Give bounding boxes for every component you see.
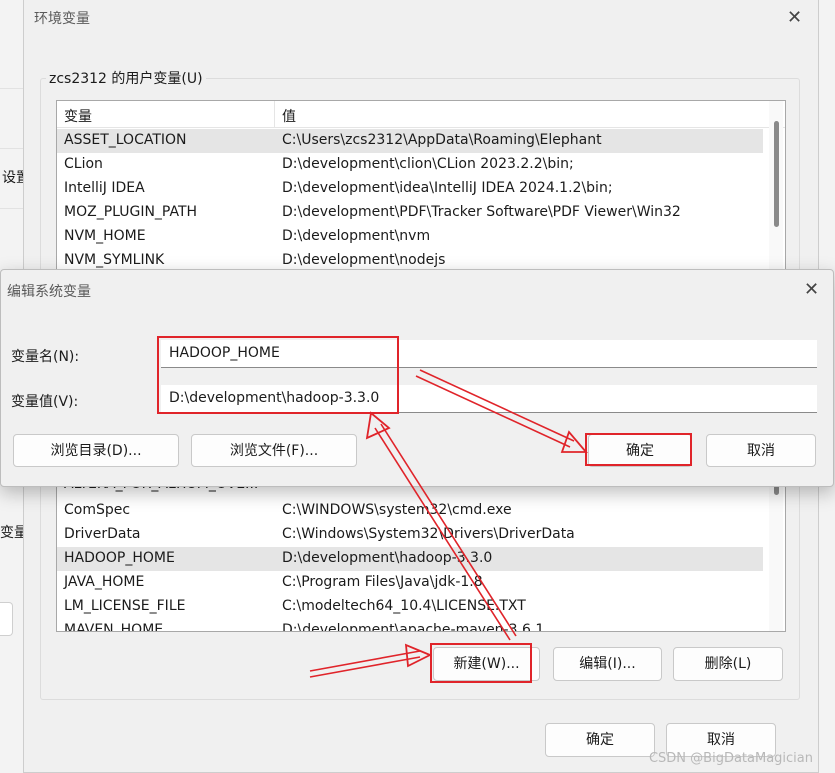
variable-name: ComSpec — [64, 502, 131, 518]
variable-name: IntelliJ IDEA — [64, 180, 145, 196]
variable-name: ASSET_LOCATION — [64, 132, 187, 148]
table-row[interactable]: IntelliJ IDEA D:\development\idea\Intell… — [57, 177, 763, 201]
variable-name: MOZ_PLUGIN_PATH — [64, 204, 198, 220]
browse-file-button[interactable]: 浏览文件(F)... — [191, 434, 357, 467]
system-variables-list[interactable]: ALTERA_FOR_ALTIUM_OVE... ComSpec C:\WIND… — [56, 470, 786, 632]
new-button[interactable]: 新建(W)... — [433, 647, 540, 681]
variable-value: C:\WINDOWS\system32\cmd.exe — [282, 502, 512, 518]
scrollbar[interactable] — [769, 101, 783, 271]
variable-value: D:\development\hadoop-3.3.0 — [282, 550, 493, 566]
divider — [0, 148, 23, 149]
variable-name: NVM_SYMLINK — [64, 252, 165, 268]
column-header-value[interactable]: 值 — [282, 106, 296, 126]
delete-button[interactable]: 删除(L) — [673, 647, 783, 681]
table-row[interactable]: JAVA_HOME C:\Program Files\Java\jdk-1.8 — [57, 571, 763, 595]
variable-value-field[interactable]: D:\development\hadoop-3.3.0 — [161, 385, 817, 413]
scrollbar-thumb[interactable] — [774, 121, 779, 227]
edit-button[interactable]: 编辑(I)... — [553, 647, 662, 681]
scrollbar[interactable] — [769, 471, 783, 631]
ok-button[interactable]: 确定 — [545, 723, 655, 757]
close-icon[interactable]: ✕ — [804, 279, 819, 300]
user-variables-list[interactable]: 变量 值 ASSET_LOCATION C:\Users\zcs2312\App… — [56, 100, 786, 272]
close-icon[interactable]: ✕ — [787, 7, 802, 28]
table-row[interactable]: NVM_HOME D:\development\nvm — [57, 225, 763, 249]
watermark: CSDN @BigDataMagician — [648, 751, 813, 766]
ok-button[interactable]: 确定 — [588, 434, 692, 467]
table-row[interactable]: ASSET_LOCATION C:\Users\zcs2312\AppData\… — [57, 129, 763, 153]
variable-name: DriverData — [64, 526, 141, 542]
variable-name-field[interactable]: HADOOP_HOME — [161, 340, 817, 368]
variable-name: HADOOP_HOME — [64, 550, 175, 566]
column-header-variable[interactable]: 变量 — [64, 106, 92, 126]
variable-value-label: 变量值(V): — [11, 394, 79, 410]
cancel-button[interactable]: 取消 — [706, 434, 816, 467]
divider — [0, 88, 23, 89]
variable-value: D:\development\nodejs — [282, 252, 446, 268]
variable-value: D:\development\nvm — [282, 228, 431, 244]
variable-value: C:\Program Files\Java\jdk-1.8 — [282, 574, 483, 590]
variable-value: D:\development\apache-maven-3.6.1 — [282, 622, 545, 632]
variable-name-label: 变量名(N): — [11, 349, 80, 365]
table-row[interactable]: MOZ_PLUGIN_PATH D:\development\PDF\Track… — [57, 201, 763, 225]
variable-name: MAVEN_HOME — [64, 622, 164, 632]
dialog-title: 编辑系统变量 — [7, 284, 91, 300]
column-separator — [274, 101, 275, 127]
table-row[interactable]: CLion D:\development\clion\CLion 2023.2.… — [57, 153, 763, 177]
variable-value: C:\Users\zcs2312\AppData\Roaming\Elephan… — [282, 132, 602, 148]
background-button[interactable] — [0, 602, 13, 636]
variable-name: CLion — [64, 156, 103, 172]
table-row[interactable]: MAVEN_HOME D:\development\apache-maven-3… — [57, 619, 763, 632]
list-header: 变量 值 — [57, 101, 785, 128]
variable-name: LM_LICENSE_FILE — [64, 598, 186, 614]
table-row[interactable]: LM_LICENSE_FILE C:\modeltech64_10.4\LICE… — [57, 595, 763, 619]
browse-directory-button[interactable]: 浏览目录(D)... — [13, 434, 179, 467]
dialog-title: 环境变量 — [34, 11, 90, 27]
variable-name: NVM_HOME — [64, 228, 146, 244]
table-row[interactable]: DriverData C:\Windows\System32\Drivers\D… — [57, 523, 763, 547]
variable-value: D:\development\PDF\Tracker Software\PDF … — [282, 204, 681, 220]
table-row[interactable]: HADOOP_HOME D:\development\hadoop-3.3.0 — [57, 547, 763, 571]
variable-value: C:\modeltech64_10.4\LICENSE.TXT — [282, 598, 526, 614]
variable-value: D:\development\clion\CLion 2023.2.2\bin; — [282, 156, 574, 172]
divider — [0, 208, 23, 209]
variable-value: D:\development\idea\IntelliJ IDEA 2024.1… — [282, 180, 613, 196]
user-variables-label: zcs2312 的用户变量(U) — [46, 68, 206, 88]
table-row[interactable]: ComSpec C:\WINDOWS\system32\cmd.exe — [57, 499, 763, 523]
edit-system-variable-dialog: 编辑系统变量 ✕ 变量名(N): HADOOP_HOME 变量值(V): D:\… — [0, 269, 834, 487]
variable-name: JAVA_HOME — [64, 574, 145, 590]
variable-value: C:\Windows\System32\Drivers\DriverData — [282, 526, 575, 542]
